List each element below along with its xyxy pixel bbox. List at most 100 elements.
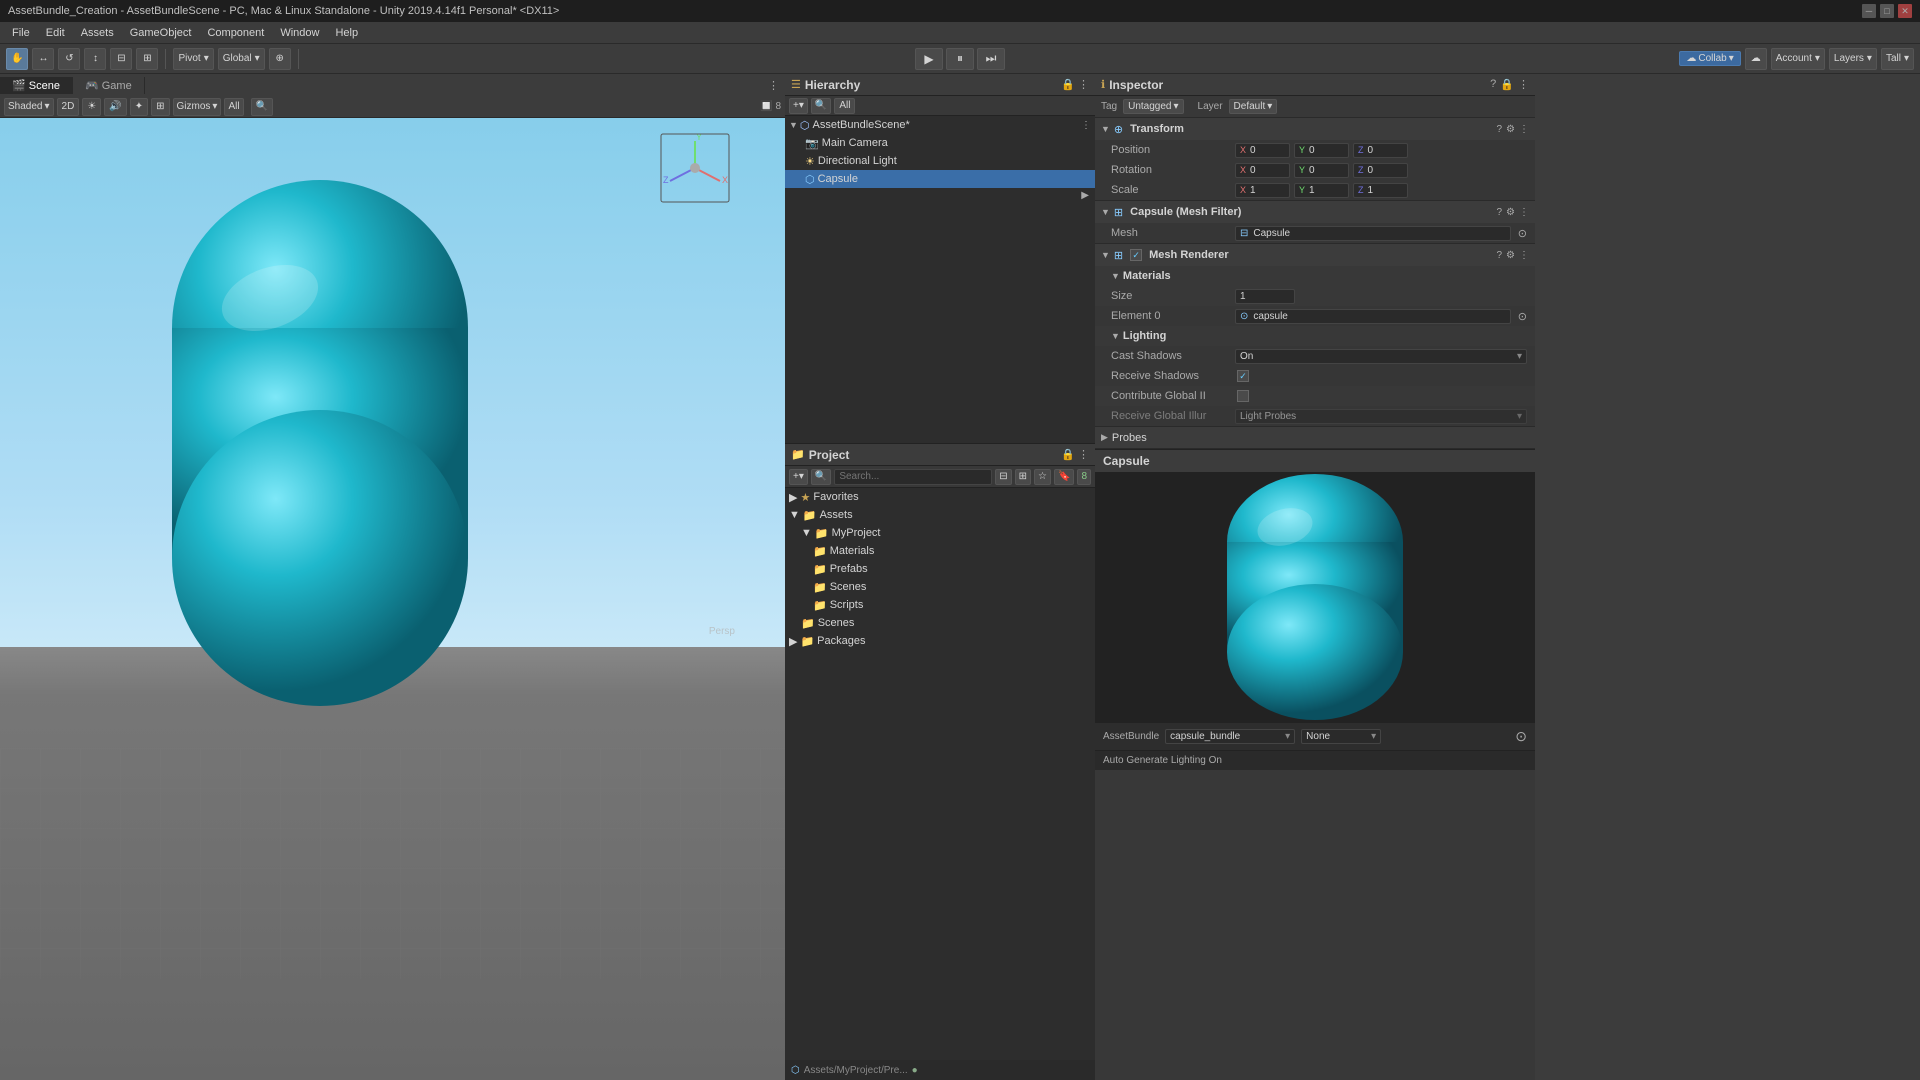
meshrender-menu[interactable]: ⋮	[1519, 250, 1529, 261]
layers-dropdown[interactable]: Layers ▾	[1829, 48, 1877, 70]
viewport[interactable]: Y X Z Persp	[0, 118, 785, 1080]
mesh-renderer-enabled-checkbox[interactable]: ✓	[1130, 249, 1142, 261]
tree-myproject[interactable]: ▼ 📁 MyProject	[785, 524, 1095, 542]
inspector-lock[interactable]: 🔒	[1500, 78, 1514, 91]
scale-z-field[interactable]: Z 1	[1353, 183, 1408, 198]
project-lock[interactable]: 🔒	[1061, 448, 1075, 461]
element0-field[interactable]: ⊙ capsule	[1235, 309, 1511, 324]
hierarchy-all-dropdown[interactable]: All	[834, 98, 855, 114]
project-star-btn[interactable]: 🔖	[1054, 469, 1074, 485]
transform-settings[interactable]: ⚙	[1506, 124, 1515, 135]
position-z-field[interactable]: Z 0	[1353, 143, 1408, 158]
maximize-btn[interactable]: □	[1880, 4, 1894, 18]
project-search-btn[interactable]: 🔍	[811, 469, 831, 485]
scale-y-field[interactable]: Y 1	[1294, 183, 1349, 198]
hierarchy-item-light[interactable]: ☀ Directional Light	[785, 152, 1095, 170]
global-dropdown[interactable]: Global ▾	[218, 48, 265, 70]
menu-edit[interactable]: Edit	[38, 25, 73, 41]
materials-section[interactable]: ▼ Materials	[1095, 266, 1535, 286]
hierarchy-menu[interactable]: ⋮	[1078, 78, 1089, 91]
meshfilter-help[interactable]: ?	[1496, 207, 1502, 218]
hierarchy-search-btn[interactable]: 🔍	[811, 98, 831, 114]
menu-assets[interactable]: Assets	[73, 25, 122, 41]
tree-prefabs[interactable]: 📁 Prefabs	[785, 560, 1095, 578]
tree-packages[interactable]: ▶ 📁 Packages	[785, 632, 1095, 650]
account-icon-btn[interactable]: ☁	[1745, 48, 1767, 70]
mesh-filter-header[interactable]: ▼ ⊞ Capsule (Mesh Filter) ? ⚙ ⋮	[1095, 201, 1535, 223]
receive-gi-dropdown[interactable]: Light Probes ▾	[1235, 409, 1527, 424]
tree-scripts[interactable]: 📁 Scripts	[785, 596, 1095, 614]
element0-select[interactable]: ⊙	[1518, 310, 1527, 323]
root-menu[interactable]: ⋮	[1081, 120, 1091, 131]
scale-x-field[interactable]: X 1	[1235, 183, 1290, 198]
tool-rect[interactable]: ⊟	[110, 48, 132, 70]
all-dropdown[interactable]: All	[224, 98, 243, 116]
transform-header[interactable]: ▼ ⊕ Transform ? ⚙ ⋮	[1095, 118, 1535, 140]
scene-btn2[interactable]: ⊞	[151, 98, 169, 116]
tree-materials[interactable]: 📁 Materials	[785, 542, 1095, 560]
close-btn[interactable]: ✕	[1898, 4, 1912, 18]
minimize-btn[interactable]: ─	[1862, 4, 1876, 18]
menu-gameobject[interactable]: GameObject	[122, 25, 200, 41]
hierarchy-item-camera[interactable]: 📷 Main Camera	[785, 134, 1095, 152]
mesh-value-field[interactable]: ⊟ Capsule	[1235, 226, 1511, 241]
tree-favorites[interactable]: ▶ ★ Favorites	[785, 488, 1095, 506]
assetbundle-dropdown[interactable]: capsule_bundle ▾	[1165, 729, 1295, 744]
pause-btn[interactable]: ⏸	[946, 48, 974, 70]
pivot-dropdown[interactable]: Pivot ▾	[173, 48, 213, 70]
menu-file[interactable]: File	[4, 25, 38, 41]
tab-scene[interactable]: 🎬 Scene	[0, 77, 73, 94]
inspector-bottom-btn[interactable]: ⊙	[1515, 728, 1527, 744]
tree-assets[interactable]: ▼ 📁 Assets	[785, 506, 1095, 524]
meshfilter-menu[interactable]: ⋮	[1519, 207, 1529, 218]
tab-game[interactable]: 🎮 Game	[73, 77, 145, 94]
tool-extra[interactable]: ⊕	[269, 48, 291, 70]
tool-hand[interactable]: ✋	[6, 48, 28, 70]
project-refresh-btn[interactable]: 8	[1077, 469, 1091, 485]
tool-move[interactable]: ↔	[32, 48, 54, 70]
size-field[interactable]: 1	[1235, 289, 1295, 304]
transform-help[interactable]: ?	[1496, 124, 1502, 135]
mesh-renderer-header[interactable]: ▼ ⊞ ✓ Mesh Renderer ? ⚙ ⋮	[1095, 244, 1535, 266]
tool-scale[interactable]: ↕	[84, 48, 106, 70]
hierarchy-item-capsule[interactable]: ⬡ Capsule	[785, 170, 1095, 188]
scene-search[interactable]: 🔍	[251, 98, 273, 116]
inspector-help[interactable]: ?	[1490, 78, 1496, 91]
project-search-input[interactable]	[834, 469, 992, 485]
gizmos-dropdown[interactable]: Gizmos ▾	[173, 98, 222, 116]
meshrender-help[interactable]: ?	[1496, 250, 1502, 261]
position-x-field[interactable]: X 0	[1235, 143, 1290, 158]
meshrender-settings[interactable]: ⚙	[1506, 250, 1515, 261]
mesh-select-btn[interactable]: ⊙	[1518, 227, 1527, 240]
position-y-field[interactable]: Y 0	[1294, 143, 1349, 158]
play-btn[interactable]: ▶	[915, 48, 943, 70]
tree-scenes-top[interactable]: 📁 Scenes	[785, 614, 1095, 632]
project-view-btn[interactable]: ⊟	[995, 469, 1011, 485]
tool-transform[interactable]: ⊞	[136, 48, 158, 70]
rotation-y-field[interactable]: Y 0	[1294, 163, 1349, 178]
lighting-section[interactable]: ▼ Lighting	[1095, 326, 1535, 346]
transform-menu[interactable]: ⋮	[1519, 124, 1529, 135]
project-menu[interactable]: ⋮	[1078, 448, 1089, 461]
collab-btn[interactable]: ☁ Collab ▾	[1679, 51, 1740, 66]
cast-shadows-dropdown[interactable]: On ▾	[1235, 349, 1527, 364]
tag-dropdown[interactable]: Untagged ▾	[1123, 99, 1183, 114]
hierarchy-lock[interactable]: 🔒	[1061, 78, 1075, 91]
mode-2d-btn[interactable]: 2D	[57, 98, 80, 116]
project-sort-btn[interactable]: ⊞	[1015, 469, 1031, 485]
shading-dropdown[interactable]: Shaded ▾	[4, 98, 54, 116]
lighting-btn[interactable]: ☀	[82, 98, 101, 116]
audio-btn[interactable]: 🔊	[104, 98, 126, 116]
project-filter-btn[interactable]: ☆	[1034, 469, 1051, 485]
effects-btn[interactable]: ✦	[130, 98, 148, 116]
meshfilter-settings[interactable]: ⚙	[1506, 207, 1515, 218]
step-btn[interactable]: ⏭	[977, 48, 1005, 70]
receive-shadows-checkbox[interactable]: ✓	[1237, 370, 1249, 382]
hierarchy-item-root[interactable]: ▼ ⬡ AssetBundleScene* ⋮	[785, 116, 1095, 134]
menu-component[interactable]: Component	[199, 25, 272, 41]
contribute-gi-checkbox[interactable]	[1237, 390, 1249, 402]
hierarchy-add-btn[interactable]: +▾	[789, 98, 808, 114]
account-dropdown[interactable]: Account ▾	[1771, 48, 1825, 70]
layout-dropdown[interactable]: Tall ▾	[1881, 48, 1914, 70]
tool-rotate[interactable]: ↺	[58, 48, 80, 70]
